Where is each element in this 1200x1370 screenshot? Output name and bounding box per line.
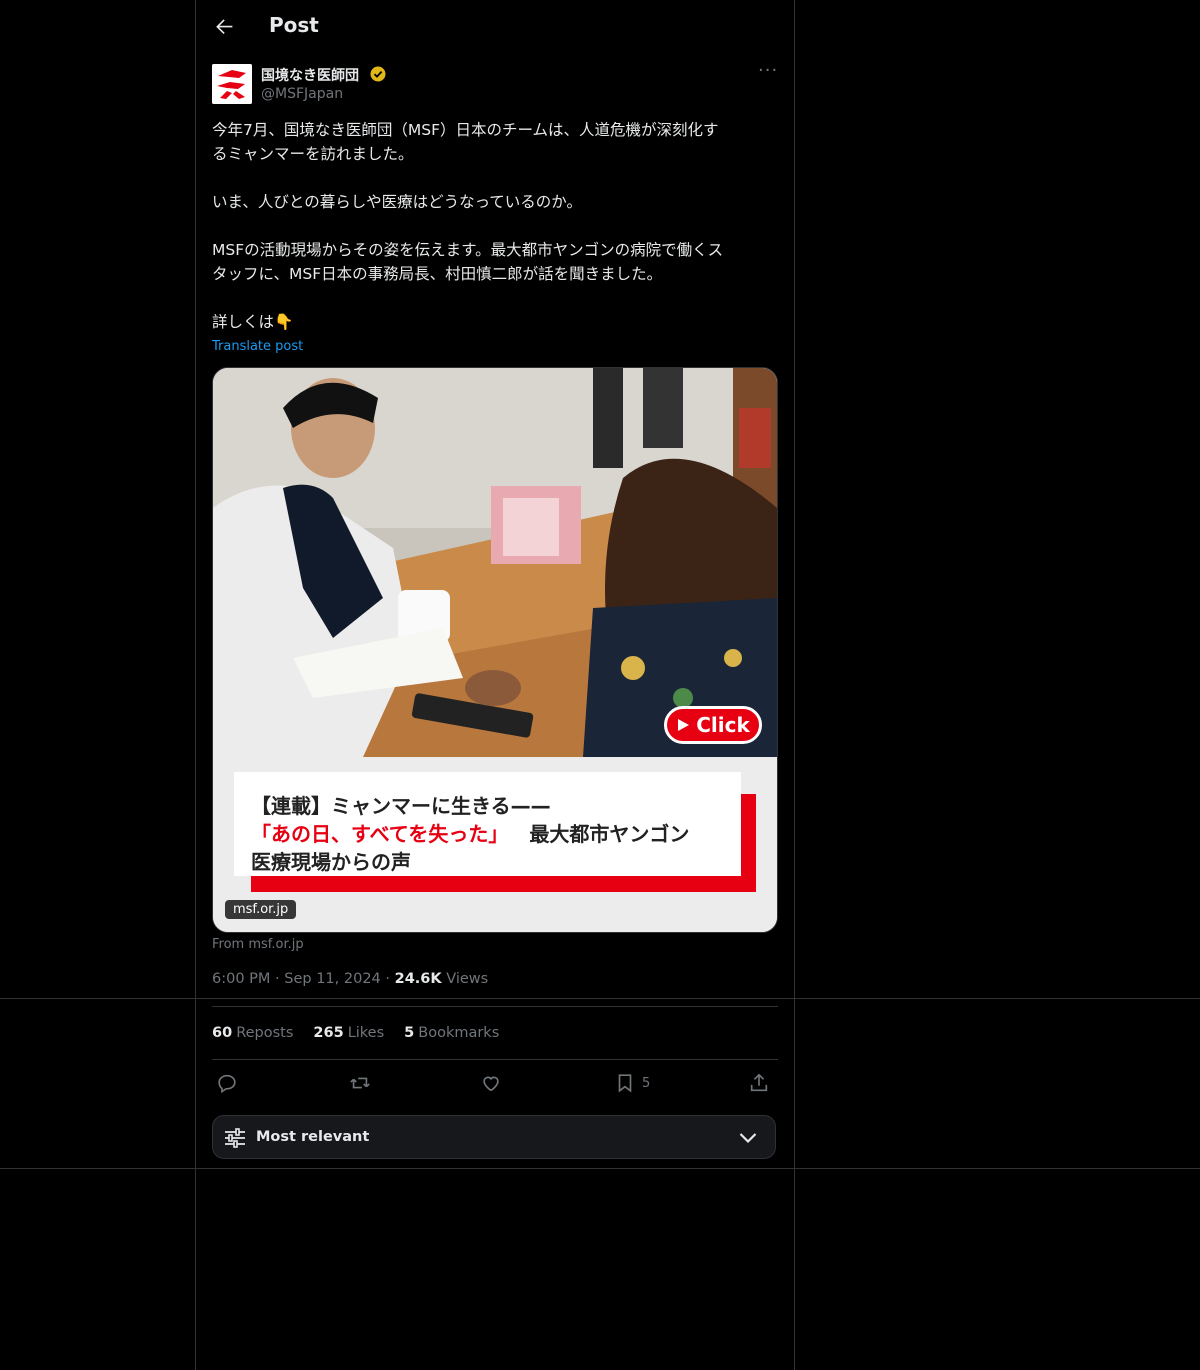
headline-red-text: 「あの日、すべてを失った」	[251, 822, 509, 846]
share-button[interactable]	[748, 1070, 770, 1096]
reposts-count: 60	[212, 1025, 233, 1041]
post-time[interactable]: 6:00 PM	[212, 971, 270, 987]
repost-icon	[350, 1077, 370, 1089]
reposts-label: Reposts	[236, 1025, 294, 1041]
engagement-stats: 60 Reposts 265 Likes 5 Bookmarks	[212, 1025, 499, 1041]
repost-button[interactable]	[349, 1070, 371, 1096]
author-name[interactable]: 国境なき医師団	[261, 65, 359, 85]
sort-label: Most relevant	[256, 1129, 370, 1145]
sort-replies-dropdown[interactable]: Most relevant	[212, 1115, 776, 1159]
tweet-text: 今年7月、国境なき医師団（MSF）日本のチームは、人道危機が深刻化す るミャンマ…	[212, 121, 724, 331]
action-bar: 5	[212, 1070, 778, 1098]
divider	[212, 1059, 778, 1060]
likes-stat[interactable]: 265 Likes	[313, 1025, 384, 1041]
bookmark-count: 5	[642, 1075, 651, 1091]
more-options-icon[interactable]: ···	[758, 62, 780, 86]
post-date[interactable]: Sep 11, 2024	[284, 971, 381, 987]
link-card[interactable]: Click 【連載】ミャンマーに生きる—— 「あの日、すべてを失った」 最大都市…	[212, 367, 778, 933]
translate-post-link[interactable]: Translate post	[212, 339, 303, 354]
card-source[interactable]: From msf.or.jp	[212, 937, 304, 952]
card-photo	[213, 368, 777, 757]
headline-box: 【連載】ミャンマーに生きる—— 「あの日、すべてを失った」 最大都市ヤンゴン 医…	[234, 772, 741, 876]
bookmark-icon	[618, 1074, 632, 1093]
avatar[interactable]	[212, 64, 252, 104]
headline-tail: 最大都市ヤンゴン	[529, 822, 690, 846]
reply-icon	[218, 1074, 236, 1094]
post-header: Post	[196, 0, 794, 54]
divider	[212, 1006, 778, 1007]
headline-line3: 医療現場からの声	[251, 850, 411, 874]
msf-logo-icon	[212, 64, 252, 104]
post-meta: 6:00 PM · Sep 11, 2024 · 24.6K Views	[212, 971, 489, 987]
chevron-down-icon	[739, 1133, 757, 1144]
like-button[interactable]	[480, 1070, 502, 1096]
headline-line1: 【連載】ミャンマーに生きる——	[251, 794, 551, 818]
click-label: Click	[696, 713, 750, 737]
verified-badge-icon	[370, 66, 386, 82]
share-icon	[750, 1073, 768, 1092]
bookmarks-label: Bookmarks	[418, 1025, 500, 1041]
card-domain-badge: msf.or.jp	[225, 900, 297, 919]
card-headline-area: 【連載】ミャンマーに生きる—— 「あの日、すべてを失った」 最大都市ヤンゴン 医…	[213, 757, 777, 932]
headline-line2: 「あの日、すべてを失った」 最大都市ヤンゴン	[251, 818, 689, 847]
likes-count: 265	[313, 1025, 344, 1041]
reply-button[interactable]	[216, 1070, 238, 1096]
views-label: Views	[446, 971, 489, 987]
back-arrow-icon[interactable]	[210, 13, 238, 41]
reposts-stat[interactable]: 60 Reposts	[212, 1025, 293, 1041]
page-title: Post	[269, 13, 319, 37]
bookmarks-count: 5	[404, 1025, 415, 1041]
bookmarks-stat[interactable]: 5 Bookmarks	[404, 1025, 499, 1041]
filter-sliders-icon	[225, 1128, 245, 1148]
views-count: 24.6K	[394, 971, 442, 987]
main-column: Post 国境なき医師団 @MSFJapan ··· 今年7月、国境なき医師団（…	[195, 0, 795, 1370]
likes-label: Likes	[347, 1025, 385, 1041]
bookmark-button[interactable]: 5	[614, 1070, 650, 1096]
author-handle[interactable]: @MSFJapan	[261, 86, 343, 102]
play-icon	[678, 719, 690, 731]
heart-icon	[483, 1076, 499, 1092]
click-button[interactable]: Click	[664, 706, 762, 744]
